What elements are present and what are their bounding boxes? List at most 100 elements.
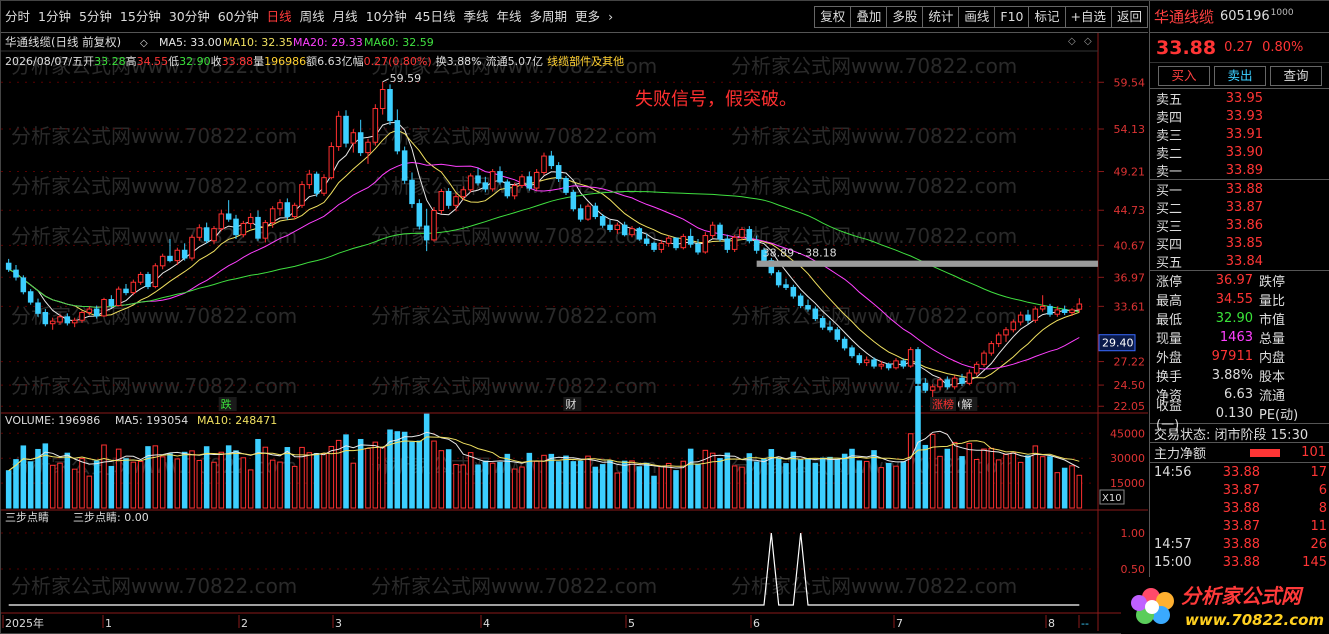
watermark-text: 分析家公式网www.70822.com <box>731 124 1017 148</box>
candle-body <box>20 277 27 293</box>
period-tab-3[interactable]: 15分钟 <box>116 1 165 33</box>
event-label-3[interactable]: 解 <box>961 397 972 411</box>
candle <box>592 202 599 220</box>
candle <box>841 336 848 351</box>
watermark-text: 分析家公式网www.70822.com <box>11 174 297 198</box>
candle-body <box>585 205 591 220</box>
sell-button[interactable]: 卖出 <box>1214 65 1266 86</box>
volume-bar <box>240 457 247 509</box>
corner-icon-right[interactable]: ◇ <box>1084 36 1092 47</box>
tool-button-6[interactable]: 标记 <box>1028 6 1066 28</box>
volume-bar <box>981 448 987 509</box>
price-tick-label: 36.97 <box>1114 271 1146 284</box>
tick-row: 33.88 8 <box>1150 499 1329 517</box>
corner-icon-left[interactable]: ◇ <box>1068 36 1076 47</box>
candle <box>365 138 371 164</box>
volume-bar <box>401 431 408 509</box>
x-tick-label[interactable]: -- <box>1081 617 1089 630</box>
period-tab-4[interactable]: 30分钟 <box>165 1 214 33</box>
info-extra: 线缆部件及其他 <box>547 54 624 68</box>
book-row: 卖四 33.93 <box>1150 107 1329 126</box>
chevron-right-icon[interactable]: › <box>604 1 617 33</box>
tool-button-1[interactable]: 叠加 <box>850 6 888 28</box>
x-tick-label: 2 <box>241 617 248 630</box>
candle-body <box>431 210 437 241</box>
candle <box>570 189 577 212</box>
candle-body <box>350 132 357 144</box>
watermark-text: 分析家公式网www.70822.com <box>11 124 297 148</box>
candle-body <box>211 228 217 242</box>
book-price: 33.89 <box>1225 162 1263 178</box>
period-tab-6[interactable]: 日线 <box>263 1 296 33</box>
candle-body <box>401 150 408 181</box>
candle-body <box>775 272 782 286</box>
candle-body <box>313 173 320 194</box>
kline-chart[interactable]: 分析家公式网www.70822.com 分析家公式网www.70822.com 分析… <box>1 33 1148 631</box>
volume-bar <box>599 464 606 509</box>
period-tab-11[interactable]: 季线 <box>460 1 493 33</box>
period-tab-14[interactable]: 更多 <box>571 1 604 33</box>
net-inflow-label: 主力净额 <box>1154 447 1207 462</box>
candle <box>343 110 349 148</box>
period-tab-9[interactable]: 10分钟 <box>362 1 411 33</box>
tool-button-7[interactable]: +自选 <box>1064 6 1112 28</box>
candle <box>335 111 342 151</box>
tool-button-0[interactable]: 复权 <box>814 6 852 28</box>
candle <box>152 263 159 289</box>
period-tab-1[interactable]: 1分钟 <box>34 1 75 33</box>
period-tab-12[interactable]: 年线 <box>493 1 526 33</box>
event-label-1[interactable]: 财 <box>565 397 576 411</box>
period-tab-7[interactable]: 周线 <box>296 1 329 33</box>
period-tab-0[interactable]: 分时 <box>1 1 34 33</box>
volume-bar <box>841 453 848 509</box>
flower-icon <box>1131 588 1174 624</box>
candle-body <box>453 196 459 206</box>
event-label-2[interactable]: 涨榜 <box>932 397 954 411</box>
period-tab-13[interactable]: 多周期 <box>526 1 572 33</box>
x-tick-label: 5 <box>628 617 635 630</box>
tool-button-4[interactable]: 画线 <box>958 6 996 28</box>
stat-value: 3.88% <box>1211 368 1253 383</box>
range-band[interactable] <box>756 260 1098 267</box>
diamond-icon[interactable]: ◇ <box>140 38 148 49</box>
candle-body <box>746 229 753 242</box>
tool-button-2[interactable]: 多股 <box>886 6 924 28</box>
tick-price: 33.88 <box>1222 536 1260 552</box>
query-button[interactable]: 查询 <box>1270 65 1322 86</box>
event-label-0[interactable]: 跌 <box>221 397 232 411</box>
candle <box>115 286 122 307</box>
candle-body <box>739 229 745 238</box>
buy-button[interactable]: 买入 <box>1158 65 1210 86</box>
book-row: 买三 33.86 <box>1150 216 1329 235</box>
stat-value: 97911 <box>1211 349 1253 364</box>
tool-button-3[interactable]: 统计 <box>922 6 960 28</box>
info-low_l: 低 <box>168 55 179 68</box>
candle <box>585 203 591 221</box>
candle <box>775 270 782 288</box>
period-tab-10[interactable]: 45日线 <box>411 1 460 33</box>
price-tick-label: 24.50 <box>1114 379 1146 392</box>
period-tab-5[interactable]: 60分钟 <box>214 1 263 33</box>
watermark-text: 分析家公式网www.70822.com <box>731 174 1017 198</box>
chart-title: 华通线缆(日线 前复权) <box>5 35 121 49</box>
candle-body <box>621 224 628 236</box>
volume-bar <box>900 461 907 509</box>
period-tab-8[interactable]: 月线 <box>329 1 362 33</box>
candle <box>834 327 841 342</box>
candle-body <box>878 363 885 367</box>
candle-body <box>1017 314 1024 323</box>
stat-label: 最低 <box>1156 313 1183 328</box>
volume-bar <box>519 466 525 509</box>
candle <box>123 283 129 296</box>
watermark-text: 分析家公式网www.70822.com <box>11 574 297 598</box>
volume-bar <box>643 462 650 509</box>
tool-button-8[interactable]: 返回 <box>1110 6 1148 28</box>
candle-body <box>922 382 929 391</box>
tool-button-5[interactable]: F10 <box>994 6 1030 28</box>
candle-body <box>519 176 525 186</box>
ma-legend-1: MA10: 32.35 <box>223 36 293 49</box>
candle <box>665 235 672 247</box>
candle-body <box>834 329 841 340</box>
volume-bar <box>93 460 100 509</box>
period-tab-2[interactable]: 5分钟 <box>75 1 116 33</box>
